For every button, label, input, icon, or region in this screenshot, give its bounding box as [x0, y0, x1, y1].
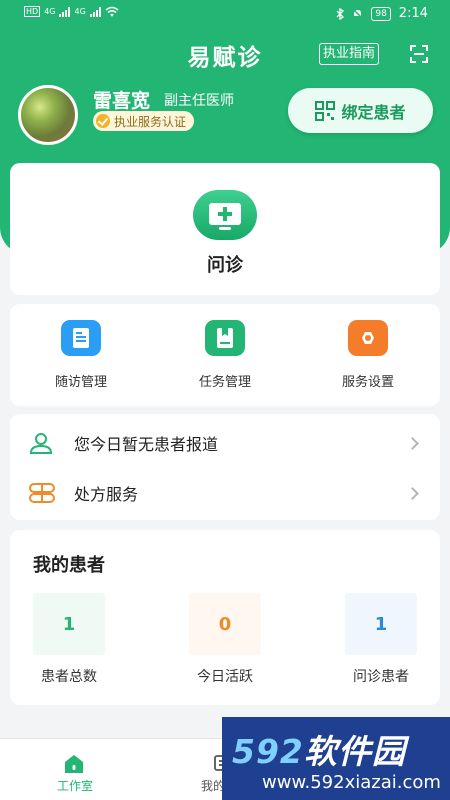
hd-badge: HD [24, 6, 41, 17]
stat-active-today[interactable]: 0 [189, 593, 261, 655]
home-icon [65, 755, 83, 773]
patient-report-row[interactable]: 您今日暂无患者报道 [10, 418, 440, 468]
patient-report-label: 您今日暂无患者报道 [74, 435, 219, 454]
followup-management-button[interactable]: 随访管理 [26, 320, 136, 390]
stat-value: 1 [374, 613, 388, 635]
app-title: 易赋诊 [187, 45, 263, 71]
my-patients-title: 我的患者 [33, 555, 105, 576]
certification-label: 执业服务认证 [114, 114, 187, 129]
stat-consult-patients[interactable]: 1 [345, 593, 417, 655]
network-label-2: 4G [74, 7, 86, 16]
qr-code-icon [315, 100, 336, 121]
consult-label: 问诊 [207, 255, 243, 276]
status-bar: HD 4G 4G 98 2:14 [0, 0, 450, 30]
person-icon [29, 433, 53, 454]
stat-label: 问诊患者 [353, 669, 409, 685]
watermark-logo-number: 592 [232, 732, 304, 771]
chevron-right-icon [406, 436, 419, 450]
bluetooth-icon [336, 7, 345, 20]
my-patients-card: 我的患者 1 患者总数 0 今日活跃 1 问诊患者 [10, 530, 440, 705]
stat-label: 患者总数 [41, 669, 97, 685]
tools-card: 随访管理 任务管理 服务设置 [10, 304, 440, 406]
battery-indicator: 98 [371, 6, 391, 21]
chevron-right-icon [406, 486, 419, 500]
followup-label: 随访管理 [54, 375, 107, 390]
followup-icon [61, 320, 101, 356]
service-settings-button[interactable]: 服务设置 [313, 320, 423, 390]
doctor-avatar[interactable] [18, 85, 78, 145]
site-watermark: 592软件园 www.592xiazai.com [222, 717, 450, 800]
settings-icon [348, 320, 388, 356]
status-left: HD 4G 4G [24, 6, 119, 17]
stat-label: 今日活跃 [197, 669, 253, 685]
wifi-icon [105, 6, 119, 17]
signal-icon [59, 6, 71, 17]
doctor-name: 雷喜宽 [93, 90, 151, 112]
signal-icon-2 [89, 6, 101, 17]
task-management-button[interactable]: 任务管理 [170, 320, 280, 390]
certification-badge: 执业服务认证 [93, 111, 195, 131]
watermark-logo-text: 软件园 [303, 732, 406, 771]
status-time: 2:14 [398, 6, 428, 21]
bind-patient-label: 绑定患者 [341, 102, 406, 122]
task-icon [205, 320, 245, 356]
consult-icon [193, 190, 257, 240]
settings-label: 服务设置 [341, 375, 394, 390]
watermark-url: www.592xiazai.com [262, 772, 441, 793]
stat-value: 0 [218, 613, 232, 635]
network-label: 4G [44, 7, 56, 16]
mute-icon [352, 8, 363, 19]
practice-guide-button[interactable]: 执业指南 [319, 43, 380, 65]
tab-label: 工作室 [56, 779, 93, 793]
scan-icon[interactable] [410, 45, 428, 63]
services-list-card: 您今日暂无患者报道 处方服务 [10, 414, 440, 520]
task-label: 任务管理 [198, 375, 251, 390]
status-right: 98 2:14 [336, 6, 428, 21]
prescription-service-row[interactable]: 处方服务 [10, 468, 440, 518]
certified-icon [96, 114, 110, 128]
tab-studio[interactable]: 工作室 [0, 739, 150, 800]
stat-total-patients[interactable]: 1 [33, 593, 105, 655]
consult-card[interactable]: 问诊 [10, 163, 440, 295]
stat-value: 1 [62, 613, 76, 635]
prescription-icon [29, 483, 55, 503]
watermark-logo: 592软件园 [232, 725, 406, 773]
bind-patient-button[interactable]: 绑定患者 [288, 88, 433, 133]
doctor-title: 副主任医师 [164, 93, 234, 109]
prescription-label: 处方服务 [74, 485, 139, 504]
